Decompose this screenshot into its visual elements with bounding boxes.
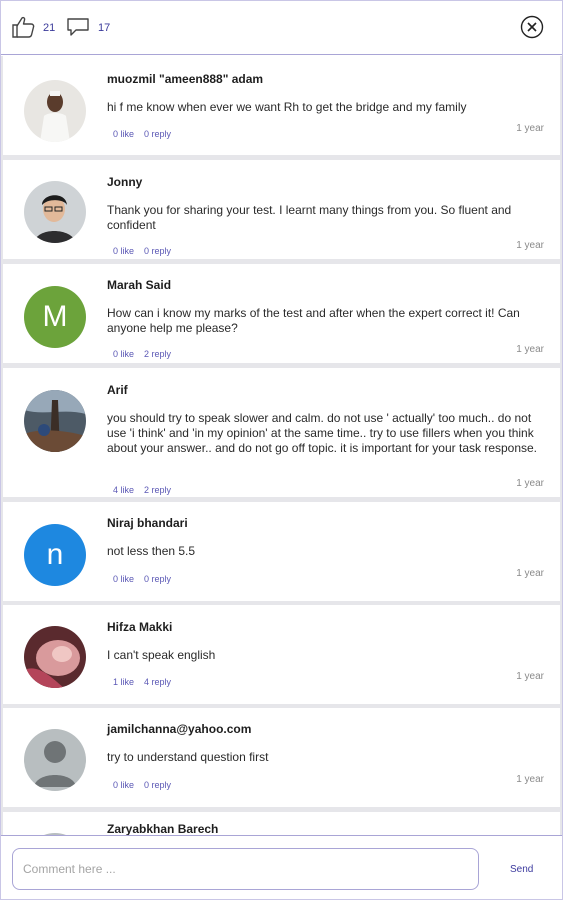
likes-count: 21 bbox=[43, 22, 56, 34]
reply-link[interactable]: 4 reply bbox=[144, 677, 171, 687]
user-avatar[interactable] bbox=[24, 390, 86, 452]
comments-panel: 21 17 muozmil "ameen888" adam hi f me kn… bbox=[0, 0, 563, 900]
like-link[interactable]: 1 like bbox=[113, 677, 134, 687]
comment-card: muozmil "ameen888" adam hi f me know whe… bbox=[3, 56, 560, 155]
comment-author[interactable]: Zaryabkhan Barech bbox=[107, 822, 218, 835]
comment-composer: Send bbox=[1, 835, 562, 899]
comment-card: M Marah Said How can i know my marks of … bbox=[3, 264, 560, 363]
comments-header: 21 17 bbox=[1, 1, 562, 55]
comment-actions: 0 like 2 reply bbox=[113, 349, 181, 359]
close-circle-icon[interactable] bbox=[520, 15, 544, 39]
comment-author[interactable]: muozmil "ameen888" adam bbox=[107, 72, 263, 86]
comment-actions: 1 like 4 reply bbox=[113, 677, 181, 687]
comment-time: 1 year bbox=[516, 123, 544, 134]
comment-time: 1 year bbox=[516, 671, 544, 682]
comment-time: 1 year bbox=[516, 240, 544, 251]
comment-text: hi f me know when ever we want Rh to get… bbox=[107, 100, 467, 114]
comment-text: Thank you for sharing your test. I learn… bbox=[107, 203, 512, 232]
comment-card: Hifza Makki I can't speak english 1 like… bbox=[3, 605, 560, 704]
comment-input[interactable] bbox=[12, 848, 479, 890]
comment-author[interactable]: Marah Said bbox=[107, 278, 171, 292]
comment-text: try to understand question first bbox=[107, 750, 269, 764]
comment-actions: 0 like 0 reply bbox=[113, 246, 181, 256]
send-button[interactable]: Send bbox=[510, 864, 533, 875]
comment-time: 1 year bbox=[516, 568, 544, 579]
like-link[interactable]: 4 like bbox=[113, 485, 134, 495]
comment-text: you should try to speak slower and calm.… bbox=[107, 411, 538, 455]
comment-actions: 0 like 0 reply bbox=[113, 129, 181, 139]
like-link[interactable]: 0 like bbox=[113, 780, 134, 790]
comment-card: Jonny Thank you for sharing your test. I… bbox=[3, 160, 560, 259]
comment-actions: 4 like 2 reply bbox=[113, 485, 181, 495]
comment-list[interactable]: muozmil "ameen888" adam hi f me know whe… bbox=[1, 56, 562, 835]
comment-time: 1 year bbox=[516, 774, 544, 785]
comment-text: I can't speak english bbox=[107, 648, 216, 662]
comment-card: Arif you should try to speak slower and … bbox=[3, 368, 560, 497]
comments-count: 17 bbox=[98, 22, 111, 34]
reply-link[interactable]: 0 reply bbox=[144, 246, 171, 256]
like-link[interactable]: 0 like bbox=[113, 574, 134, 584]
comment-card: Zaryabkhan Barech bbox=[3, 812, 560, 835]
comment-actions: 0 like 0 reply bbox=[113, 574, 181, 584]
reply-link[interactable]: 0 reply bbox=[144, 129, 171, 139]
thumbs-up-icon[interactable] bbox=[11, 15, 37, 39]
user-avatar[interactable] bbox=[24, 626, 86, 688]
user-avatar[interactable] bbox=[24, 181, 86, 243]
comment-text: not less then 5.5 bbox=[107, 544, 196, 558]
default-avatar-icon[interactable] bbox=[24, 729, 86, 791]
user-avatar[interactable]: M bbox=[24, 286, 86, 348]
comment-actions: 0 like 0 reply bbox=[113, 780, 181, 790]
comment-author[interactable]: jamilchanna@yahoo.com bbox=[107, 722, 251, 736]
reply-link[interactable]: 0 reply bbox=[144, 574, 171, 584]
reply-link[interactable]: 0 reply bbox=[144, 780, 171, 790]
comment-time: 1 year bbox=[516, 478, 544, 489]
comment-author[interactable]: Jonny bbox=[107, 175, 142, 189]
reply-link[interactable]: 2 reply bbox=[144, 485, 171, 495]
comment-card: jamilchanna@yahoo.com try to understand … bbox=[3, 708, 560, 807]
speech-bubble-icon[interactable] bbox=[65, 15, 91, 39]
comment-card: n Niraj bhandari not less then 5.5 0 lik… bbox=[3, 502, 560, 601]
user-avatar[interactable] bbox=[24, 80, 86, 142]
comment-author[interactable]: Arif bbox=[107, 383, 128, 397]
comment-author[interactable]: Hifza Makki bbox=[107, 620, 172, 634]
comment-text: How can i know my marks of the test and … bbox=[107, 306, 520, 335]
comment-time: 1 year bbox=[516, 344, 544, 355]
like-link[interactable]: 0 like bbox=[113, 349, 134, 359]
user-avatar[interactable]: n bbox=[24, 524, 86, 586]
comment-author[interactable]: Niraj bhandari bbox=[107, 516, 188, 530]
like-link[interactable]: 0 like bbox=[113, 246, 134, 256]
like-link[interactable]: 0 like bbox=[113, 129, 134, 139]
reply-link[interactable]: 2 reply bbox=[144, 349, 171, 359]
